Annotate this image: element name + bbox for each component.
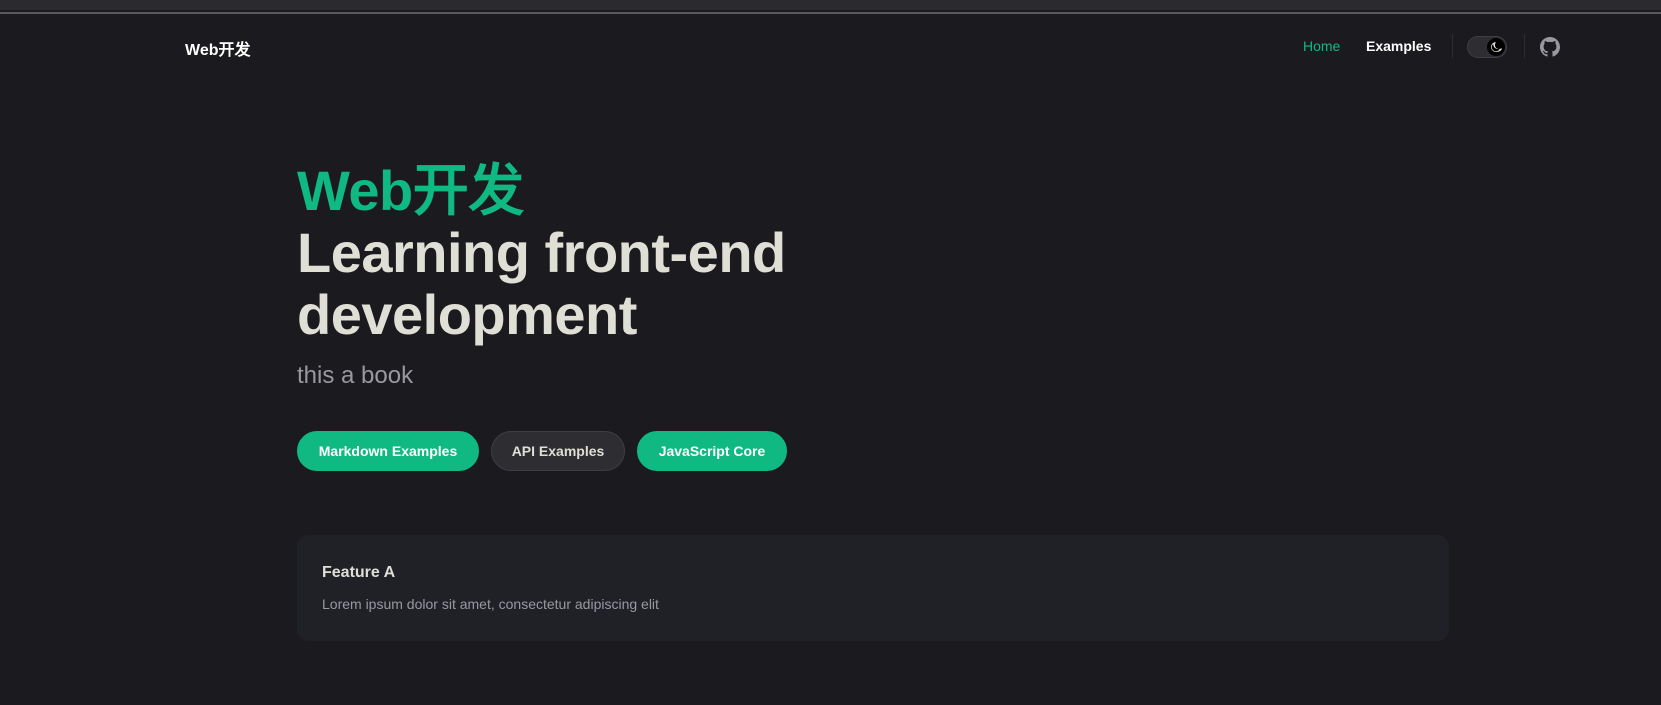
github-icon[interactable] bbox=[1540, 37, 1560, 57]
feature-details: Lorem ipsum dolor sit amet, consectetur … bbox=[322, 596, 659, 612]
nav-divider bbox=[1452, 34, 1453, 58]
toggle-knob bbox=[1487, 38, 1505, 56]
markdown-examples-button[interactable]: Markdown Examples bbox=[297, 431, 479, 471]
hero: Web开发 Learning front-end development thi… bbox=[297, 160, 1197, 392]
hero-text: Learning front-end development bbox=[297, 221, 786, 346]
browser-top-strip bbox=[0, 0, 1661, 14]
site-title[interactable]: Web开发 bbox=[185, 36, 251, 60]
feature-title: Feature A bbox=[322, 564, 396, 581]
hero-name: Web开发 bbox=[297, 159, 524, 222]
api-examples-button[interactable]: API Examples bbox=[491, 431, 625, 471]
nav-link-home[interactable]: Home bbox=[1303, 38, 1340, 54]
hero-tagline: this a book bbox=[297, 362, 414, 389]
javascript-core-button[interactable]: JavaScript Core bbox=[637, 431, 787, 471]
appearance-toggle[interactable] bbox=[1467, 36, 1507, 58]
nav-divider-2 bbox=[1524, 34, 1525, 58]
navbar: Web开发 Home Examples bbox=[0, 14, 1661, 78]
feature-card: Feature A Lorem ipsum dolor sit amet, co… bbox=[297, 535, 1449, 641]
moon-icon bbox=[1491, 42, 1502, 52]
nav-link-examples[interactable]: Examples bbox=[1366, 38, 1431, 54]
